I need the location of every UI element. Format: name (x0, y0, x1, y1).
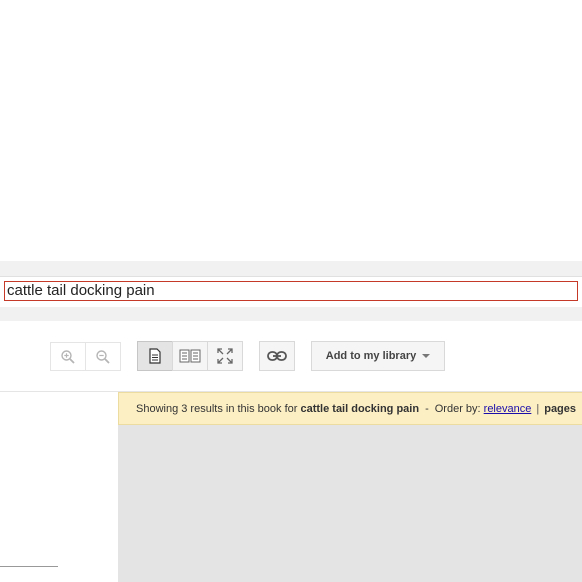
search-results-bar: Showing 3 results in this book for cattl… (118, 392, 582, 425)
results-dash: - (425, 402, 429, 415)
zoom-in-icon (61, 349, 75, 364)
link-button[interactable] (259, 341, 295, 371)
book-page-viewer[interactable] (118, 425, 582, 582)
search-in-book-input[interactable] (4, 281, 578, 301)
zoom-in-button[interactable] (50, 342, 86, 371)
order-by-relevance-link[interactable]: relevance (484, 403, 532, 415)
fullscreen-icon (217, 348, 233, 364)
zoom-out-button[interactable] (85, 342, 121, 371)
order-by-pages-label[interactable]: pages (544, 403, 576, 415)
add-to-library-button[interactable]: Add to my library (311, 341, 445, 371)
viewer-toolbar: Add to my library (0, 321, 582, 391)
order-separator: | (536, 402, 540, 415)
top-blank-area (0, 0, 582, 261)
single-page-icon (149, 348, 161, 364)
dropdown-caret-icon (422, 354, 431, 358)
single-page-view-button[interactable] (137, 341, 173, 371)
search-band (0, 261, 582, 321)
results-query: cattle tail docking pain (300, 402, 420, 415)
add-to-library-label: Add to my library (325, 350, 417, 362)
fullscreen-button[interactable] (207, 341, 243, 371)
zoom-out-icon (96, 349, 110, 364)
book-viewer-page: Add to my library Showing 3 results in t… (0, 0, 582, 582)
order-by-label: Order by: (434, 402, 481, 415)
left-pane (0, 392, 118, 582)
link-icon (267, 351, 287, 361)
two-page-icon (179, 349, 201, 363)
results-prefix: Showing 3 results in this book for (136, 402, 298, 415)
two-page-view-button[interactable] (172, 341, 208, 371)
left-pane-underline (0, 566, 58, 567)
